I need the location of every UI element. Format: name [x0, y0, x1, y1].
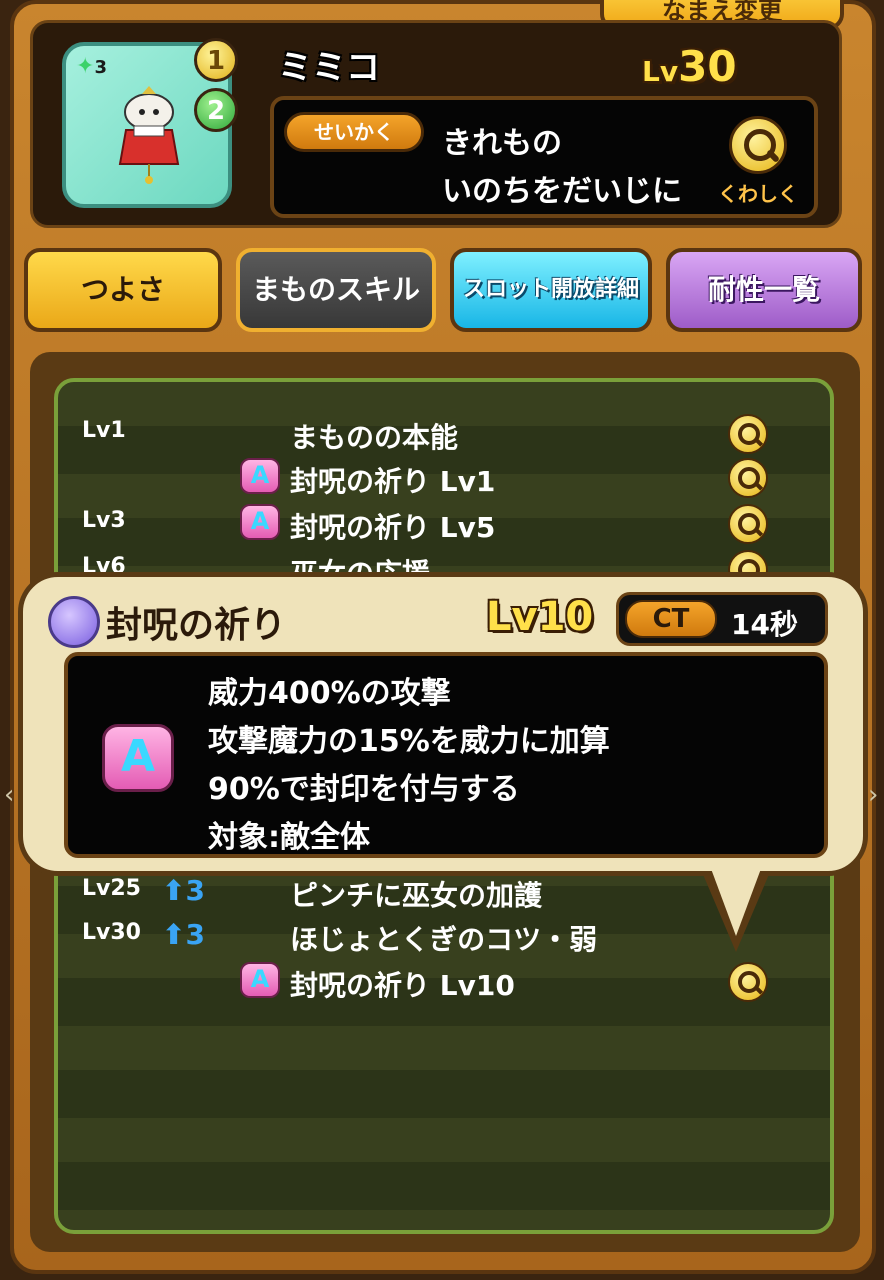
skill-row-text: 封呪の祈り Lv5 [290, 511, 496, 544]
tab-strength[interactable]: つよさ [24, 248, 222, 332]
magnifier-icon[interactable] [728, 504, 768, 544]
skill-row-text: 封呪の祈り Lv10 [290, 969, 515, 1002]
personality-tag: せいかく [284, 112, 424, 152]
skill-row[interactable]: Lv3 A 封呪の祈り Lv5 [58, 500, 830, 546]
skill-row-level: Lv3 [82, 508, 126, 533]
tab-slot-details[interactable]: スロット開放詳細 [450, 248, 652, 332]
level-prefix: Lv [642, 55, 679, 88]
magnifier-icon[interactable] [728, 458, 768, 498]
cooldown-box: CT 14秒 [616, 592, 828, 646]
skill-gem-icon [48, 596, 100, 648]
personality-box: せいかく きれもの いのちをだいじに くわしく [270, 96, 818, 218]
a-type-icon: A [102, 724, 174, 792]
skill-row-level: Lv1 [82, 418, 126, 443]
detail-button[interactable]: くわしく [710, 116, 806, 212]
personality-line-2: いのちをだいじに [442, 174, 682, 209]
popup-skill-level: Lv10 [486, 594, 594, 640]
skill-description: A 威力400%の攻撃 攻撃魔力の15%を威力に加算 90%で封印を付与する 対… [64, 652, 828, 858]
star-count: 3 [94, 57, 107, 78]
popup-skill-name: 封呪の祈り [106, 605, 287, 646]
description-line: 90%で封印を付与する [208, 772, 520, 807]
star-rank: ✦3 [76, 54, 107, 79]
left-arrow-icon[interactable]: ‹ [4, 780, 18, 816]
skill-row-text: 封呪の祈り Lv1 [290, 465, 496, 498]
a-type-icon: A [240, 962, 280, 998]
skill-row-level: Lv25 [82, 876, 141, 901]
skill-row-text: まものの本能 [290, 421, 459, 454]
skill-row[interactable]: A 封呪の祈り Lv10 [58, 958, 830, 1004]
level-value: 30 [678, 42, 737, 91]
tab-monster-skill[interactable]: まものスキル [236, 248, 436, 332]
description-line: 対象:敵全体 [208, 820, 370, 855]
skill-row-level: Lv30 [82, 920, 141, 945]
skill-row-text: ピンチに巫女の加護 [290, 879, 543, 912]
ct-label: CT [625, 600, 717, 638]
slot-up-indicator: ⬆3 [162, 874, 205, 907]
slot-badge-1: 1 [194, 38, 238, 82]
tab-resistance-list[interactable]: 耐性一覧 [666, 248, 862, 332]
description-line: 攻撃魔力の15%を威力に加算 [208, 724, 610, 759]
popup-tail-inner [710, 866, 762, 936]
ct-value: 14秒 [731, 608, 798, 641]
detail-label: くわしく [718, 182, 798, 206]
slot-up-indicator: ⬆3 [162, 918, 205, 951]
right-arrow-icon[interactable]: › [868, 780, 882, 816]
a-type-icon: A [240, 458, 280, 494]
slot-badge-2: 2 [194, 88, 238, 132]
skill-row-text: ほじょとくぎのコツ・弱 [290, 923, 598, 956]
skill-row[interactable]: A 封呪の祈り Lv1 [58, 454, 830, 500]
monster-image [118, 86, 180, 184]
magnifier-icon [729, 116, 787, 174]
monster-name: ミミコ [278, 48, 380, 88]
magnifier-icon[interactable] [728, 414, 768, 454]
monster-level: Lv30 [642, 42, 737, 91]
personality-line-1: きれもの [442, 126, 562, 161]
skill-row[interactable]: Lv1 まものの本能 [58, 410, 830, 456]
a-type-icon: A [240, 504, 280, 540]
magnifier-icon[interactable] [728, 962, 768, 1002]
description-line: 威力400%の攻撃 [208, 676, 451, 711]
